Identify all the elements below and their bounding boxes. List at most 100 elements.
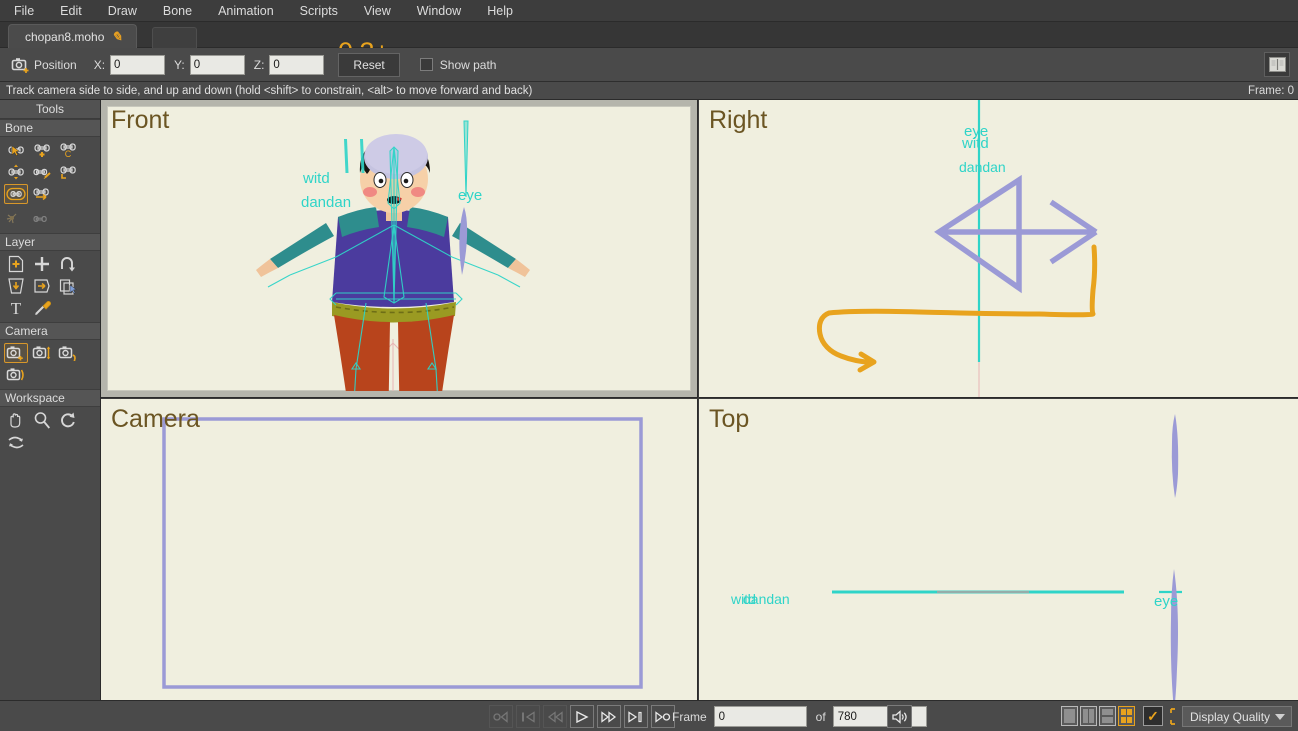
reset-workspace-icon[interactable] xyxy=(4,432,28,452)
roll-camera-icon[interactable] xyxy=(56,343,80,363)
pan-hand-icon[interactable] xyxy=(4,410,28,430)
scale-bone-icon[interactable] xyxy=(4,162,28,182)
select-bone-icon[interactable] xyxy=(4,140,28,160)
jump-to-start-icon[interactable] xyxy=(516,705,540,728)
follow-path-icon[interactable] xyxy=(30,276,54,296)
transform-layer-icon[interactable] xyxy=(4,254,28,274)
document-tab-chopan8[interactable]: chopan8.moho ✎ xyxy=(8,24,138,48)
bone-label-eye: eye xyxy=(458,187,482,204)
tool-options-bar: Position X: Y: Z: Reset Show path xyxy=(0,48,1298,82)
show-path-checkbox[interactable]: Show path xyxy=(419,58,496,72)
viewport-front-canvas[interactable]: witd dandan eye xyxy=(107,106,691,391)
viewport-camera[interactable]: Camera xyxy=(101,399,698,700)
transport-controls xyxy=(489,705,678,728)
zoom-camera-icon[interactable] xyxy=(30,343,54,363)
menu-item-edit[interactable]: Edit xyxy=(60,4,82,18)
rotate-workspace-icon[interactable] xyxy=(56,410,80,430)
layout-quad-icon[interactable] xyxy=(1118,706,1135,726)
reparent-bone-icon[interactable]: C xyxy=(56,140,80,160)
offset-bone-icon[interactable] xyxy=(56,162,80,182)
unsaved-changes-icon: ✎ xyxy=(111,28,123,44)
x-label: X: xyxy=(93,57,106,72)
menu-item-animation[interactable]: Animation xyxy=(218,4,274,18)
layout-and-view-options: ✓ xyxy=(1061,706,1188,726)
add-bone-icon[interactable] xyxy=(30,140,54,160)
palette-section-camera: Camera xyxy=(0,322,100,340)
camera-view-scene xyxy=(162,417,643,689)
menu-item-view[interactable]: View xyxy=(364,4,391,18)
flexi-bind-icon[interactable] xyxy=(30,209,54,229)
menu-item-bone[interactable]: Bone xyxy=(163,4,192,18)
position-x-input[interactable] xyxy=(110,54,166,75)
viewport-front[interactable]: witd dandan eye Front xyxy=(101,100,698,398)
bone-label-eye: eye xyxy=(1154,593,1178,610)
shear-layer-icon[interactable] xyxy=(4,276,28,296)
position-y-input[interactable] xyxy=(189,54,245,75)
frame-label: Frame xyxy=(672,709,707,724)
reset-button[interactable]: Reset xyxy=(338,52,400,77)
svg-text:T: T xyxy=(11,299,22,317)
menu-item-draw[interactable]: Draw xyxy=(108,4,137,18)
palette-title: Tools xyxy=(0,100,100,119)
svg-text:C: C xyxy=(65,149,72,158)
text-tool-icon[interactable]: T xyxy=(4,298,28,318)
jump-to-end-icon[interactable] xyxy=(624,705,648,728)
rotate-layer-icon[interactable] xyxy=(56,254,80,274)
set-origin-icon[interactable] xyxy=(56,276,80,296)
bone-label-dandan: dandan xyxy=(301,194,351,211)
new-tab-slot[interactable] xyxy=(152,27,197,48)
bone-label-witd: witd xyxy=(961,135,989,152)
workspace-tool-grid xyxy=(0,407,100,456)
menu-item-file[interactable]: File xyxy=(14,4,34,18)
check-icon[interactable]: ✓ xyxy=(1143,706,1163,726)
bone-label-witd: witd xyxy=(302,170,330,187)
bind-layer-icon[interactable] xyxy=(30,184,54,204)
manipulate-bones-icon[interactable] xyxy=(4,184,28,204)
chevron-down-icon xyxy=(1275,714,1285,720)
eyedropper-icon[interactable] xyxy=(30,298,54,318)
status-hint-text: Track camera side to side, and up and do… xyxy=(6,84,533,97)
camera-track-icon xyxy=(8,53,34,77)
zoom-magnifier-icon[interactable] xyxy=(30,410,54,430)
menu-item-scripts[interactable]: Scripts xyxy=(300,4,338,18)
display-quality-dropdown[interactable]: Display Quality xyxy=(1182,706,1292,727)
position-z-input[interactable] xyxy=(269,54,325,75)
current-frame-input[interactable] xyxy=(713,706,807,727)
layer-tool-grid: T xyxy=(0,251,100,322)
right-view-scene: eye witd dandan xyxy=(816,100,1098,397)
frame-readout: Frame: 0 xyxy=(1247,84,1294,97)
of-label: of xyxy=(815,709,826,724)
palette-section-workspace: Workspace xyxy=(0,389,100,407)
step-back-icon[interactable] xyxy=(543,705,567,728)
z-label: Z: xyxy=(253,57,265,72)
display-quality-label: Display Quality xyxy=(1190,709,1271,724)
camera-tool-grid xyxy=(0,340,100,389)
position-label: Position xyxy=(34,57,77,72)
menu-bar: File Edit Draw Bone Animation Scripts Vi… xyxy=(0,0,1298,22)
play-icon[interactable] xyxy=(570,705,594,728)
pan-tilt-camera-icon[interactable] xyxy=(4,365,28,385)
palette-section-layer: Layer xyxy=(0,233,100,251)
show-path-checkbox-box xyxy=(419,58,433,71)
loop-start-icon[interactable] xyxy=(489,705,513,728)
track-camera-icon[interactable] xyxy=(4,343,28,363)
bottom-bar: Frame of xyxy=(0,700,1298,731)
layout-single-icon[interactable] xyxy=(1061,706,1078,726)
bone-tool-grid: C xyxy=(0,137,100,208)
total-frames-input[interactable] xyxy=(832,706,927,727)
open-book-icon[interactable] xyxy=(1264,52,1290,77)
menu-item-help[interactable]: Help xyxy=(487,4,513,18)
bind-points-icon[interactable] xyxy=(4,209,28,229)
translate-layer-icon[interactable] xyxy=(30,254,54,274)
top-view-scene: witd dandan eye xyxy=(730,414,1182,700)
speaker-icon[interactable] xyxy=(887,705,912,728)
layout-two-rows-icon[interactable] xyxy=(1099,706,1116,726)
fast-forward-icon[interactable] xyxy=(597,705,621,728)
viewport-right[interactable]: eye witd dandan Right xyxy=(699,100,1298,398)
viewport-top[interactable]: witd dandan eye Top xyxy=(699,399,1298,700)
menu-item-window[interactable]: Window xyxy=(417,4,461,18)
bone-strength-icon[interactable] xyxy=(30,162,54,182)
tool-palette: Tools Bone C Layer T Camera Workspace xyxy=(0,100,101,700)
layout-two-columns-icon[interactable] xyxy=(1080,706,1097,726)
front-view-scene: witd dandan eye xyxy=(256,120,530,391)
